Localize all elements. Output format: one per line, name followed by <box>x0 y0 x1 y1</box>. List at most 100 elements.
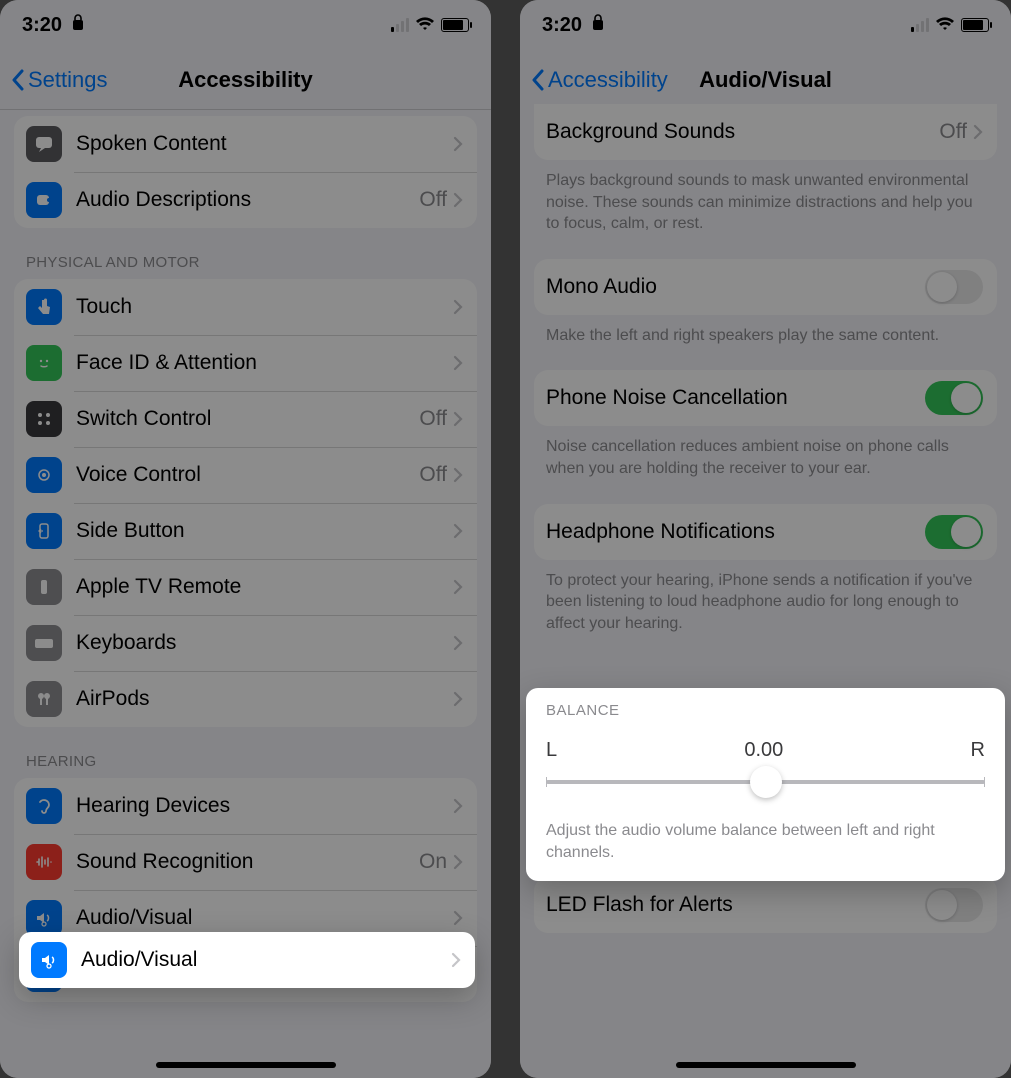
speaker-eye-icon <box>31 942 67 978</box>
toggle-led-flash[interactable] <box>925 888 983 922</box>
balance-slider-row: L 0.00 R <box>526 725 1005 808</box>
row-apple-tv-remote[interactable]: Apple TV Remote <box>14 559 477 615</box>
chevron-right-icon <box>451 952 461 968</box>
row-audio-descriptions[interactable]: Audio Descriptions Off <box>14 172 477 228</box>
row-value: Off <box>419 188 447 212</box>
chevron-right-icon <box>973 124 983 140</box>
home-indicator[interactable] <box>156 1062 336 1068</box>
chevron-right-icon <box>453 136 463 152</box>
row-label: Spoken Content <box>76 132 447 156</box>
headphone-footer: To protect your hearing, iPhone sends a … <box>534 560 997 635</box>
battery-icon <box>441 18 469 32</box>
balance-left-label: L <box>546 739 557 762</box>
row-keyboards[interactable]: Keyboards <box>14 615 477 671</box>
lock-icon <box>592 14 604 37</box>
cellular-icon <box>391 18 409 32</box>
bg-sounds-footer: Plays background sounds to mask unwanted… <box>534 160 997 235</box>
row-face-id[interactable]: Face ID & Attention <box>14 335 477 391</box>
back-label: Accessibility <box>548 67 668 93</box>
chevron-right-icon <box>453 910 463 926</box>
row-label: Headphone Notifications <box>546 520 925 544</box>
remote-icon <box>26 569 62 605</box>
row-spoken-content[interactable]: Spoken Content <box>14 116 477 172</box>
nav-bar: Settings Accessibility <box>0 50 491 110</box>
toggle-noise-cancellation[interactable] <box>925 381 983 415</box>
row-touch[interactable]: Touch <box>14 279 477 335</box>
toggle-mono-audio[interactable] <box>925 270 983 304</box>
battery-icon <box>961 18 989 32</box>
balance-header: BALANCE <box>526 688 1005 725</box>
home-indicator[interactable] <box>676 1062 856 1068</box>
speech-bubble-icon <box>26 126 62 162</box>
row-label: Switch Control <box>76 407 419 431</box>
row-label: Phone Noise Cancellation <box>546 386 925 410</box>
phone-audio-visual-screen: 3:20 Accessibility Audio/Visual <box>520 0 1011 1078</box>
row-label: Side Button <box>76 519 453 543</box>
balance-right-label: R <box>971 739 985 762</box>
row-value: Off <box>419 407 447 431</box>
row-label: Hearing Devices <box>76 794 453 818</box>
row-label: Voice Control <box>76 463 419 487</box>
balance-value: 0.00 <box>744 739 783 762</box>
row-label: Mono Audio <box>546 275 925 299</box>
noise-footer: Noise cancellation reduces ambient noise… <box>534 426 997 479</box>
row-voice-control[interactable]: Voice Control Off <box>14 447 477 503</box>
chevron-right-icon <box>453 411 463 427</box>
ear-icon <box>26 788 62 824</box>
row-airpods[interactable]: AirPods <box>14 671 477 727</box>
chevron-left-icon <box>530 69 546 91</box>
back-button[interactable]: Accessibility <box>520 67 668 93</box>
row-label: Face ID & Attention <box>76 351 453 375</box>
audio-description-icon <box>26 182 62 218</box>
status-time: 3:20 <box>22 14 62 37</box>
row-side-button[interactable]: Side Button <box>14 503 477 559</box>
row-switch-control[interactable]: Switch Control Off <box>14 391 477 447</box>
row-label: Touch <box>76 295 453 319</box>
back-label: Settings <box>28 67 108 93</box>
slider-thumb[interactable] <box>750 766 782 798</box>
row-label: Sound Recognition <box>76 850 419 874</box>
row-hearing-devices[interactable]: Hearing Devices <box>14 778 477 834</box>
cellular-icon <box>911 18 929 32</box>
touch-icon <box>26 289 62 325</box>
airpods-icon <box>26 681 62 717</box>
wifi-icon <box>935 14 955 37</box>
keyboard-icon <box>26 625 62 661</box>
chevron-right-icon <box>453 355 463 371</box>
chevron-right-icon <box>453 798 463 814</box>
row-label: Audio/Visual <box>76 906 453 930</box>
row-mono-audio[interactable]: Mono Audio <box>534 259 997 315</box>
mono-footer: Make the left and right speakers play th… <box>534 315 997 347</box>
chevron-right-icon <box>453 854 463 870</box>
phone-accessibility-screen: 3:20 Settings Accessibility <box>0 0 491 1078</box>
row-label: Apple TV Remote <box>76 575 453 599</box>
chevron-left-icon <box>10 69 26 91</box>
row-label: Keyboards <box>76 631 453 655</box>
row-value: On <box>419 850 447 874</box>
side-button-icon <box>26 513 62 549</box>
row-audio-visual-highlight[interactable]: Audio/Visual <box>19 932 475 988</box>
chevron-right-icon <box>453 299 463 315</box>
chevron-right-icon <box>453 579 463 595</box>
row-label: Audio/Visual <box>81 948 451 972</box>
chevron-right-icon <box>453 635 463 651</box>
row-label: Audio Descriptions <box>76 188 419 212</box>
highlight-audio-visual: Audio/Visual <box>19 932 475 988</box>
lock-icon <box>72 14 84 37</box>
row-label: AirPods <box>76 687 453 711</box>
balance-footer: Adjust the audio volume balance between … <box>526 808 1005 881</box>
row-background-sounds[interactable]: Background Sounds Off <box>534 104 997 160</box>
row-noise-cancellation[interactable]: Phone Noise Cancellation <box>534 370 997 426</box>
row-headphone-notifications[interactable]: Headphone Notifications <box>534 504 997 560</box>
balance-slider[interactable] <box>546 780 985 784</box>
wifi-icon <box>415 14 435 37</box>
chevron-right-icon <box>453 192 463 208</box>
status-time: 3:20 <box>542 14 582 37</box>
back-button[interactable]: Settings <box>0 67 108 93</box>
row-sound-recognition[interactable]: Sound Recognition On <box>14 834 477 890</box>
row-label: Background Sounds <box>546 120 939 144</box>
toggle-headphone-notifications[interactable] <box>925 515 983 549</box>
row-led-flash[interactable]: LED Flash for Alerts <box>534 877 997 933</box>
chevron-right-icon <box>453 523 463 539</box>
status-bar: 3:20 <box>520 0 1011 50</box>
